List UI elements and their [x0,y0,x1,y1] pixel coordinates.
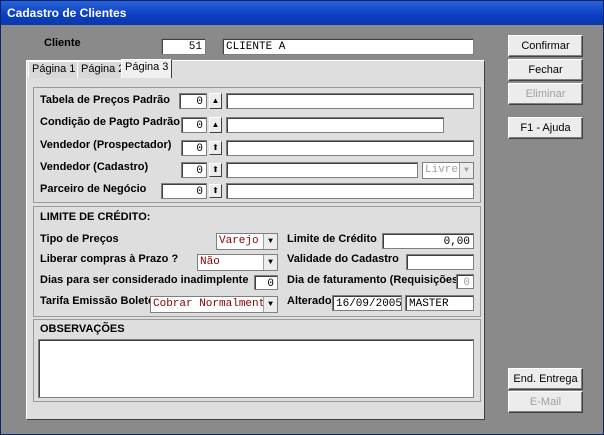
condicao-pagto-label: Condição de Pagto Padrão [40,116,180,128]
tipo-precos-select[interactable]: Varejo ▼ [216,233,278,250]
alterado-date-field: 16/09/2005 [332,295,402,311]
limite-credito-label: Limite de Crédito [287,233,377,245]
tipo-precos-value: Varejo [219,235,259,247]
liberar-compras-label: Liberar compras à Prazo ? [40,253,179,265]
vendedor-cadastro-label: Vendedor (Cadastro) [40,161,149,173]
up-arrow-icon: ⬆ [212,143,219,152]
up-triangle-icon: ▲ [211,96,220,105]
alterado-user-field: MASTER [405,295,474,311]
email-button[interactable]: E-Mail [508,391,583,413]
tab-pagina-3[interactable]: Página 3 [121,59,173,78]
up-arrow-icon: ⬆ [212,186,219,195]
parceiro-negocio-field[interactable]: 0 [161,183,207,199]
up-arrow-icon: ⬆ [212,165,219,174]
tabela-precos-field[interactable]: 0 [179,93,207,109]
window-title: Cadastro de Clientes [1,1,603,25]
confirmar-button[interactable]: Confirmar [508,35,583,57]
tarifa-boleto-value: Cobrar Normalmente [153,298,272,310]
vendedor-prospectador-desc-field[interactable] [226,140,474,156]
dias-inadimplente-label: Dias para ser considerado inadimplente [40,274,249,286]
dias-inadimplente-field[interactable]: 0 [254,275,278,290]
vendedor-prospectador-label: Vendedor (Prospectador) [40,139,172,151]
tabela-precos-desc-field[interactable] [226,93,474,109]
dropdown-arrow-icon: ▼ [459,163,473,178]
vendedor-cadastro-status-value: Livre [425,164,459,176]
limite-credito-section-title: LIMITE DE CRÉDITO: [40,211,151,223]
vendedor-cadastro-status-select: Livre ▼ [422,162,474,179]
up-triangle-icon: ▲ [211,120,220,129]
condicao-pagto-lookup-button[interactable]: ▲ [209,117,222,133]
dropdown-arrow-icon[interactable]: ▼ [263,255,277,270]
cliente-label: Cliente [44,37,81,49]
dropdown-arrow-icon[interactable]: ▼ [263,297,277,312]
vendedor-cadastro-lookup-button[interactable]: ⬆ [209,163,222,177]
tab-pagina-1[interactable]: Página 1 [28,61,80,78]
observacoes-title: OBSERVAÇÕES [40,323,125,335]
vendedor-cadastro-field[interactable]: 0 [181,162,207,178]
tipo-precos-label: Tipo de Preços [40,233,119,245]
eliminar-button[interactable]: Eliminar [508,83,583,105]
tabela-precos-lookup-button[interactable]: ▲ [209,93,222,109]
ajuda-button[interactable]: F1 - Ajuda [508,117,583,139]
tarifa-boleto-label: Tarifa Emissão Boleto [40,295,155,307]
parceiro-negocio-desc-field[interactable] [226,183,474,199]
validade-cadastro-label: Validade do Cadastro [287,253,399,265]
cliente-name-field[interactable]: CLIENTE A [222,38,474,55]
condicao-pagto-desc-field[interactable] [226,117,444,133]
parceiro-negocio-lookup-button[interactable]: ⬆ [209,184,222,198]
condicao-pagto-field[interactable]: 0 [181,117,207,133]
liberar-compras-value: Não [200,256,220,268]
tarifa-boleto-select[interactable]: Cobrar Normalmente ▼ [150,296,278,313]
liberar-compras-select[interactable]: Não ▼ [197,254,278,271]
parceiro-negocio-label: Parceiro de Negócio [40,183,147,195]
vendedor-prospectador-field[interactable]: 0 [181,140,207,156]
alterado-label: Alterado [287,295,332,307]
fechar-button[interactable]: Fechar [508,59,583,81]
observacoes-textarea[interactable] [38,339,474,398]
vendedor-prospectador-lookup-button[interactable]: ⬆ [209,141,222,155]
dia-faturamento-label: Dia de faturamento (Requisições) [287,274,462,286]
vendedor-cadastro-desc-field[interactable] [226,162,418,178]
tabela-precos-label: Tabela de Preços Padrão [40,94,171,106]
end-entrega-button[interactable]: End. Entrega [508,368,583,390]
validade-cadastro-field[interactable] [406,254,474,270]
cliente-code-field[interactable]: 51 [161,38,206,55]
dia-faturamento-field[interactable]: 0 [456,274,474,289]
limite-credito-field[interactable]: 0,00 [382,233,474,249]
dropdown-arrow-icon[interactable]: ▼ [263,234,277,249]
main-window: Cadastro de Clientes Cliente 51 CLIENTE … [0,0,604,435]
